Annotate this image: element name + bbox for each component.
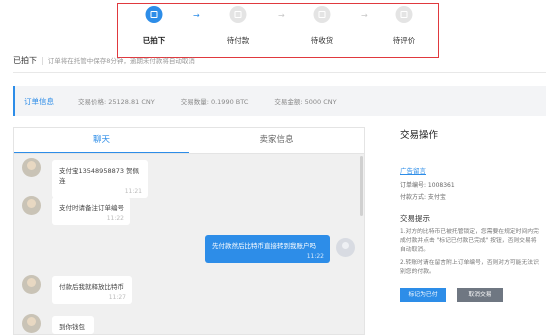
- order-number: 订单编号: 1008361: [400, 182, 455, 189]
- arrow-right-icon: →: [193, 11, 200, 20]
- status-note: 订单将在托管中保存8分钟，逾期未付款将自动取消: [47, 57, 195, 65]
- avatar: [336, 238, 355, 257]
- status-line: 已拍下 | 订单将在托管中保存8分钟，逾期未付款将自动取消: [13, 56, 195, 65]
- tab-seller-info[interactable]: 卖家信息: [189, 128, 364, 153]
- message-text: 付款后我就释放比特币: [59, 283, 124, 291]
- avatar: [22, 275, 41, 294]
- clipboard-icon: [145, 6, 163, 23]
- step-label: 已拍下: [142, 36, 166, 45]
- tips-title: 交易提示: [400, 214, 430, 223]
- message-time: 11:22: [306, 253, 324, 260]
- arrow-right-icon: →: [278, 11, 285, 20]
- message-text: 先付款然后比特币直接转到我账户吗: [212, 242, 316, 250]
- wallet-icon: [229, 6, 247, 23]
- ad-message-link[interactable]: 广告留言: [400, 165, 426, 175]
- ops-title: 交易操作: [400, 130, 439, 141]
- tip-1: 1.对方的比特币已被托管锁定，您需要在规定时间内完成付款并点击 "标记已付款已完…: [400, 229, 539, 253]
- message-bubble: 支付时请备注订单编号 11:22: [52, 197, 130, 225]
- message-time: 11:27: [108, 294, 126, 301]
- mark-paid-button[interactable]: 标记为已付款完成: [400, 288, 446, 312]
- step-review: 待评价: [374, 4, 434, 59]
- chat-tabs: 聊天 卖家信息: [14, 128, 364, 154]
- message-text: 到你钱包: [59, 323, 85, 331]
- trade-quantity: 交易数量: 0.1990 BTC: [180, 98, 249, 106]
- step-receive: 待收货: [292, 4, 352, 59]
- message-time: 11:21: [124, 188, 142, 195]
- message-text: 支付宝13548958873 贺佩连: [59, 167, 140, 185]
- message-bubble: 支付宝13548958873 贺佩连 11:21: [52, 160, 148, 198]
- arrow-right-icon: →: [361, 11, 368, 20]
- avatar: [22, 196, 41, 215]
- trade-amount: 交易金额: 5000 CNY: [274, 98, 337, 106]
- message-bubble: 先付款然后比特币直接转到我账户吗 11:22: [205, 235, 330, 263]
- order-info-title: 订单信息: [24, 96, 54, 106]
- message-bubble: 到你钱包: [52, 316, 94, 334]
- tab-chat[interactable]: 聊天: [14, 128, 189, 153]
- tip-2: 2.转账时请在留言附上订单编号，否则对方可能无法识别您的付款。: [400, 260, 539, 275]
- step-placed: 已拍下: [124, 4, 184, 59]
- avatar: [22, 158, 41, 177]
- trade-operations-panel: 交易操作 广告留言 订单编号: 1008361 付款方式: 支付宝 交易提示 1…: [400, 127, 546, 312]
- message-bubble: 付款后我就释放比特币 11:27: [52, 276, 132, 304]
- order-steps: 已拍下 → 待付款 → 待收货 → 待评价: [117, 3, 439, 58]
- scrollbar[interactable]: [360, 156, 363, 216]
- step-pay: 待付款: [208, 4, 268, 59]
- chat-panel: 聊天 卖家信息 支付宝13548958873 贺佩连 11:21 支付时请备注订…: [13, 127, 365, 335]
- avatar: [22, 314, 41, 333]
- cancel-trade-button[interactable]: 取消交易: [457, 288, 503, 302]
- payment-method: 付款方式: 支付宝: [400, 194, 446, 201]
- status-title: 已拍下: [13, 56, 37, 65]
- message-list[interactable]: 支付宝13548958873 贺佩连 11:21 支付时请备注订单编号 11:2…: [14, 154, 364, 334]
- order-info-bar: 订单信息 交易价格: 25128.81 CNY 交易数量: 0.1990 BTC…: [13, 86, 546, 116]
- step-label: 待付款: [226, 36, 250, 45]
- box-icon: [313, 6, 331, 23]
- message-text: 支付时请备注订单编号: [59, 204, 124, 212]
- message-time: 11:22: [106, 215, 124, 222]
- ops-buttons: 标记为已付款完成 取消交易: [400, 288, 546, 312]
- trade-price: 交易价格: 25128.81 CNY: [78, 98, 155, 106]
- step-label: 待评价: [392, 36, 416, 45]
- divider: [13, 72, 546, 73]
- step-label: 待收货: [310, 36, 334, 45]
- star-icon: [395, 6, 413, 23]
